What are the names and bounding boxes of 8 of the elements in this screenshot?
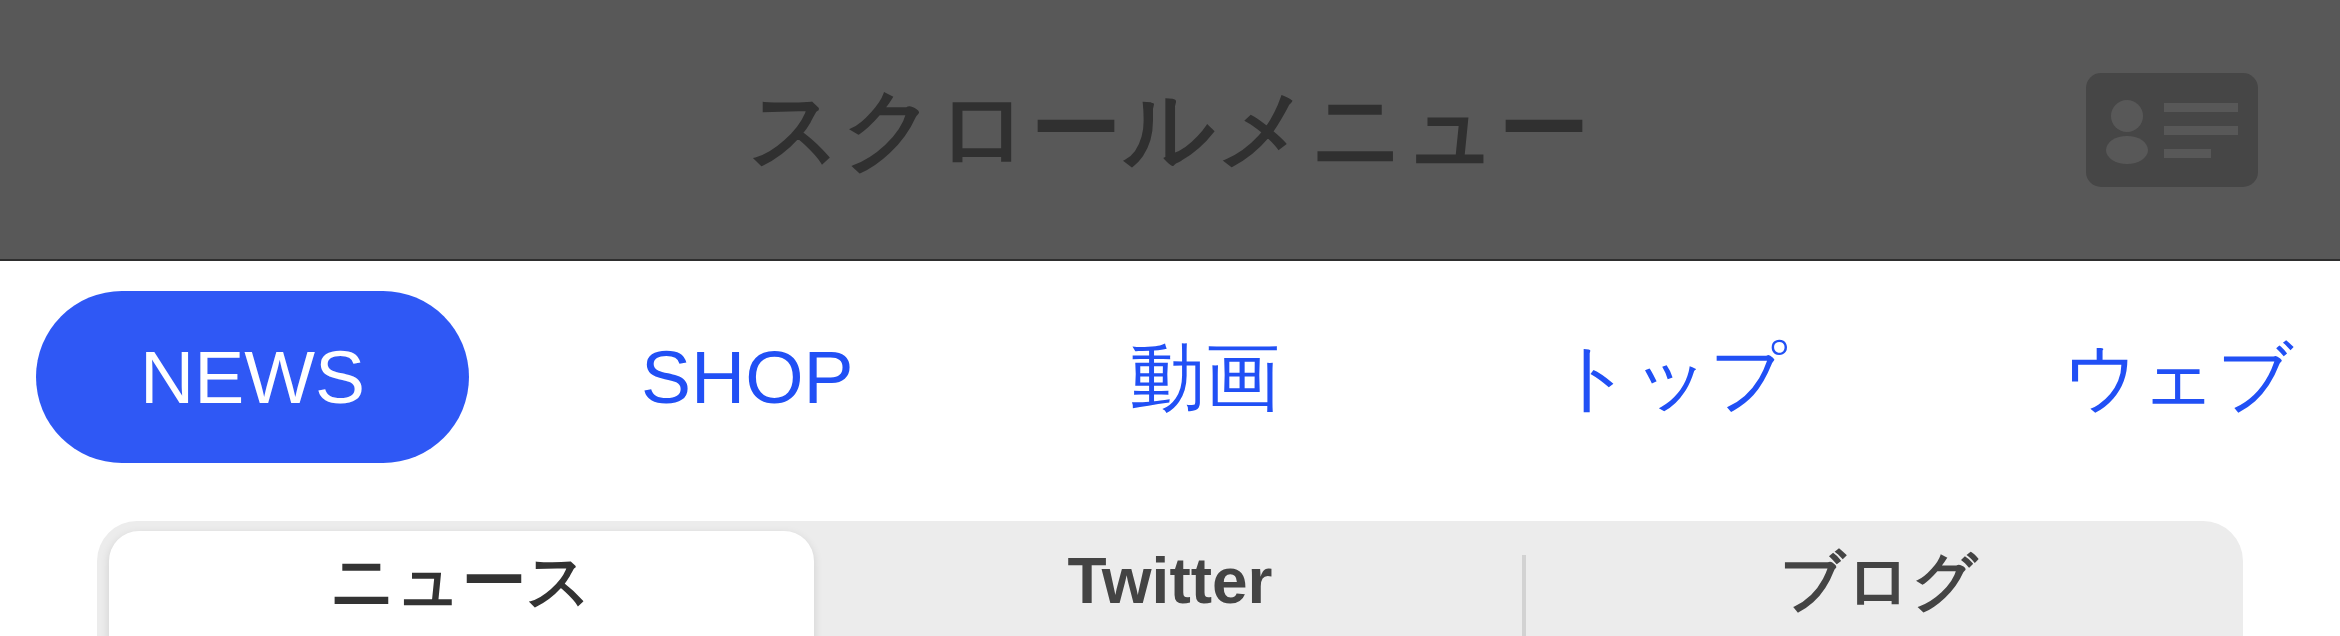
category-tab[interactable]: 動画 bbox=[1025, 291, 1384, 463]
segment-tab[interactable]: Twitter bbox=[817, 531, 1523, 636]
category-tab[interactable]: SHOP bbox=[537, 291, 958, 463]
category-tab[interactable]: NEWS bbox=[36, 291, 469, 463]
segment-tab[interactable]: ブログ bbox=[1526, 531, 2231, 636]
category-tab[interactable]: トップ bbox=[1451, 291, 1891, 463]
segment-tab[interactable]: ニュース bbox=[109, 531, 814, 636]
category-tab[interactable]: ウェブ bbox=[1958, 291, 2340, 463]
